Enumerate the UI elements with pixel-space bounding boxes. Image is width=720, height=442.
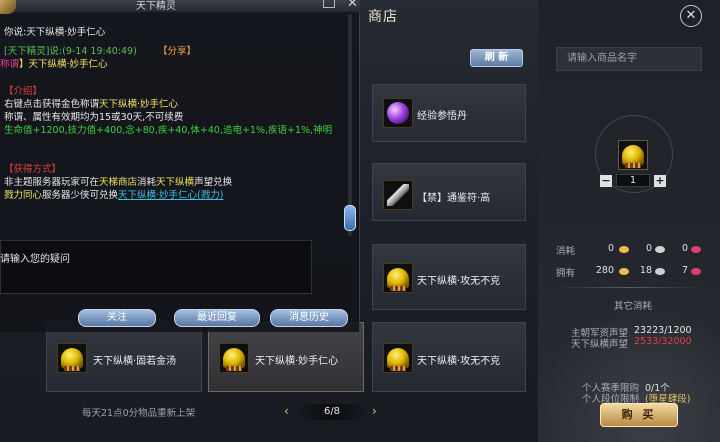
title-prefix: 称谓 [0,59,20,70]
item-slot [219,343,249,373]
shop-item-card[interactable]: 天下纵横·攻无不克 [372,244,526,310]
restock-note: 每天21点0分物品重新上架 [82,408,196,419]
quantity-decrease-button[interactable]: − [600,175,612,187]
gold-helmet-icon [61,348,83,371]
other-cost-header: 其它消耗 [614,301,653,312]
chat-line: 称谓】天下纵横·妙手仁心 [0,59,108,71]
chat-line: 戮力同心服务器少侠可兑换天下纵横·妙手仁心(戮力) [4,190,223,202]
item-name: 天下纵横·固若金汤 [93,356,177,367]
item-name: 经验参悟丹 [417,111,467,122]
chat-line: 右键点击获得金色称谓天下纵横·妙手仁心 [4,99,178,111]
intro-header: 【介绍】 [4,86,43,97]
item-link[interactable]: 天下纵横·妙手仁心(戮力) [118,190,223,201]
refresh-button[interactable]: 刷 新 [470,49,523,67]
item-slot [383,263,413,293]
chat-sender: [天下精灵]说:(9-14 19:40:49) [4,46,137,57]
intro-text: 称谓、属性有效期均为15或30天,不可续费 [4,112,184,123]
chat-line: 你说:天下纵横·妙手仁心 [4,27,106,38]
cost-value: 0 [681,243,688,254]
rep2-value: 2533/32000 [634,336,692,347]
item-slot [383,343,413,373]
intro-text: 右键点击获得金色称谓 [4,99,100,110]
shop-item-card[interactable]: 天下纵横·攻无不克 [372,322,526,392]
acquire-header: 【获得方式】 [4,164,62,175]
reputation-name: 天下纵横 [156,177,195,188]
item-slot [57,343,87,373]
shop-item-card[interactable]: 经验参悟丹 [372,84,526,142]
shop-item-card-selected[interactable]: 天下纵横·妙手仁心 [208,322,364,392]
item-slot [383,98,413,128]
minimize-icon[interactable] [323,0,335,8]
close-button[interactable]: ✕ [680,5,702,27]
shop-item-card[interactable]: 【禁】通鉴符·高 [372,163,526,221]
chat-scrollbar[interactable] [348,14,352,236]
cost-value: 0 [607,243,614,254]
chevron-left-icon[interactable]: ‹ [284,404,289,418]
purple-orb-icon [387,102,409,124]
quantity-increase-button[interactable]: + [654,175,666,187]
chat-header [0,0,360,12]
gold-helmet-icon [223,348,245,371]
item-name: 天下纵横·攻无不克 [417,276,501,287]
page-indicator: 6/8 [296,404,368,420]
intro-stats: 生命值+1200,技力值+400,念+80,疾+40,体+40,追电+1%,疾语… [4,125,333,136]
question-input[interactable] [0,240,312,294]
own-value: 18 [639,265,652,276]
gold-helmet-icon [387,348,409,371]
feather-icon [387,184,409,206]
share-link[interactable]: 【分享】 [158,46,196,58]
cost-label: 消耗 [556,246,576,257]
message-history-button[interactable]: 消息历史 [270,309,348,327]
acquire-text: 消耗 [137,177,157,188]
red-coin-icon [691,246,701,253]
cost-value: 0 [645,243,652,254]
scrollbar-thumb[interactable] [344,205,356,231]
follow-button[interactable]: 关注 [78,309,156,327]
acquire-text: 非主题服务器玩家可在 [4,177,100,188]
rep1-value: 23223/1200 [634,325,692,336]
item-slot [383,180,413,210]
item-name: 天下纵横·妙手仁心 [255,356,339,367]
own-value: 280 [595,265,614,276]
pager: ‹ 6/8 › [284,402,380,422]
acquire-text: 声望兑换 [194,177,233,188]
own-value: 7 [681,265,688,276]
divider [556,287,702,288]
own-label: 拥有 [556,268,576,279]
rep2-label: 天下纵横声望 [571,339,629,350]
shop-title: 商店 [368,9,398,25]
buy-button[interactable]: 购 买 [600,403,678,427]
chat-line: 非主题服务器玩家可在天梯商店消耗天下纵横声望兑换 [4,177,232,189]
quantity-input[interactable]: 1 [616,174,650,187]
close-circle-icon: ✕ [685,8,697,23]
question-input-text: 请输入您的疑问 [0,254,70,265]
acquire-text: 服务器少侠可兑换 [42,190,119,201]
item-name: 天下纵横·攻无不克 [417,356,501,367]
gold-helmet-icon [622,145,644,168]
item-name: 【禁】通鉴符·高 [417,193,491,204]
gold-helmet-icon [387,268,409,291]
close-icon[interactable]: ✕ [347,0,358,11]
shop-link[interactable]: 天梯商店 [99,177,137,188]
title-item: 】天下纵横·妙手仁心 [19,59,108,70]
chat-title: 天下精灵 [136,1,176,12]
title-name: 天下纵横·妙手仁心 [99,99,179,110]
search-input[interactable]: 请输入商品名字 [556,47,702,71]
shop-item-card[interactable]: 天下纵横·固若金汤 [46,322,202,392]
selected-item-slot [618,140,648,170]
recent-replies-button[interactable]: 最近回复 [174,309,260,327]
server-name: 戮力同心 [4,190,43,201]
chevron-right-icon[interactable]: › [372,404,377,418]
red-coin-icon [691,268,701,275]
